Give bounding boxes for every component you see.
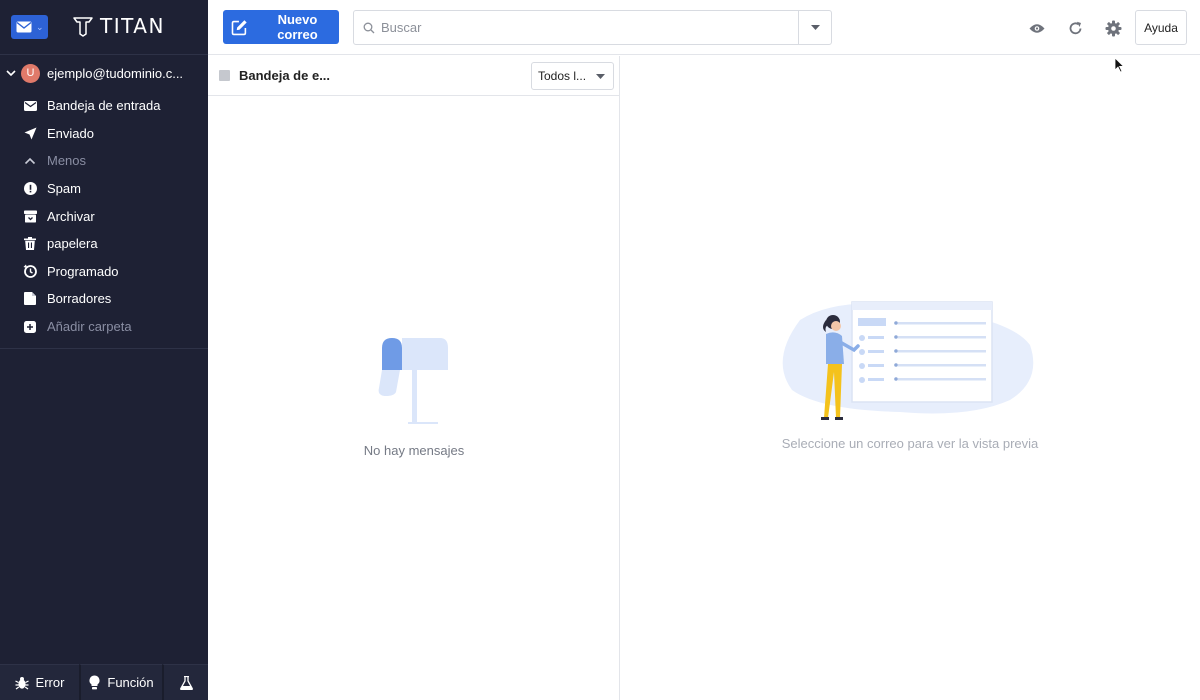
draft-icon — [23, 292, 37, 306]
chevron-down-icon: ⌄ — [36, 21, 44, 32]
clock-icon — [23, 264, 37, 279]
alert-circle-icon — [23, 182, 37, 196]
compose-button[interactable]: Nuevo correo — [223, 10, 339, 44]
caret-down-icon — [596, 73, 606, 79]
help-button[interactable]: Ayuda — [1135, 10, 1187, 45]
refresh-icon[interactable] — [1065, 18, 1085, 38]
message-list-pane: Bandeja de e... Todos l... No hay mensaj… — [208, 56, 620, 700]
feature-request-button[interactable]: Función — [79, 664, 162, 700]
sidebar-item-label: Programado — [47, 263, 119, 279]
sidebar-item-spam[interactable]: Spam — [0, 175, 208, 203]
labs-button[interactable] — [162, 664, 208, 700]
logo-text: TITAN — [100, 14, 165, 38]
select-all-checkbox[interactable] — [219, 70, 230, 81]
folder-list: Bandeja de entrada Enviado Menos Spam Ar… — [0, 92, 208, 340]
avatar: U — [21, 63, 40, 83]
flask-icon — [179, 675, 193, 690]
toolbar: Nuevo correo Ayuda — [208, 0, 1200, 55]
lightbulb-icon — [89, 675, 100, 690]
sidebar: ⌄ TITAN U ejemplo@tudominio.c... Bandeja… — [0, 0, 208, 700]
sidebar-item-less[interactable]: Menos — [0, 147, 208, 175]
mailbox-illustration — [378, 338, 448, 424]
sidebar-item-inbox[interactable]: Bandeja de entrada — [0, 92, 208, 120]
empty-list-state: No hay mensajes — [208, 336, 620, 458]
plus-square-icon — [23, 320, 37, 334]
sidebar-item-trash[interactable]: papelera — [0, 230, 208, 258]
mail-icon — [16, 21, 32, 33]
sidebar-item-drafts[interactable]: Borradores — [0, 285, 208, 313]
sidebar-item-add-folder[interactable]: Añadir carpeta — [0, 313, 208, 341]
titan-logo: TITAN — [72, 14, 165, 38]
report-bug-label: Error — [35, 675, 65, 690]
sidebar-item-label: Borradores — [47, 291, 112, 307]
gear-icon[interactable] — [1103, 18, 1123, 38]
preview-pane: Seleccione un correo para ver la vista p… — [620, 56, 1200, 700]
report-bug-button[interactable]: Error — [0, 664, 79, 700]
trash-icon — [23, 237, 37, 251]
preview-empty-text: Seleccione un correo para ver la vista p… — [781, 436, 1039, 451]
sidebar-item-label: Spam — [47, 181, 81, 197]
sidebar-item-label: Menos — [47, 153, 87, 169]
feature-request-label: Función — [107, 675, 154, 690]
caret-down-icon — [810, 25, 820, 30]
chevron-down-icon — [6, 70, 16, 77]
app-switcher-button[interactable]: ⌄ — [11, 15, 48, 39]
sidebar-divider — [0, 348, 208, 349]
bug-icon — [14, 676, 29, 689]
filter-dropdown[interactable]: Todos l... — [531, 62, 614, 90]
sidebar-item-label: papelera — [47, 236, 98, 252]
compose-label: Nuevo correo — [277, 12, 318, 42]
preview-illustration — [782, 301, 1034, 420]
sidebar-item-label: Enviado — [47, 125, 94, 141]
titan-logo-icon — [73, 17, 93, 37]
account-row[interactable]: U ejemplo@tudominio.c... — [0, 58, 208, 88]
compose-icon — [231, 19, 247, 35]
paper-plane-icon — [23, 126, 37, 140]
search-icon — [363, 22, 375, 34]
message-list-header: Bandeja de e... Todos l... — [208, 56, 619, 96]
filter-label: Todos l... — [538, 69, 587, 83]
current-folder-title: Bandeja de e... — [239, 68, 331, 83]
sidebar-header: ⌄ TITAN — [0, 0, 208, 55]
search-input[interactable] — [381, 20, 798, 35]
envelope-icon — [23, 99, 37, 113]
sidebar-item-label: Archivar — [47, 208, 95, 224]
mouse-cursor-icon — [1114, 57, 1124, 73]
sidebar-item-archive[interactable]: Archivar — [0, 202, 208, 230]
sidebar-item-scheduled[interactable]: Programado — [0, 258, 208, 286]
account-email: ejemplo@tudominio.c... — [47, 65, 184, 81]
sidebar-footer: Error Función — [0, 664, 208, 700]
chevron-up-icon — [23, 154, 37, 168]
empty-list-text: No hay mensajes — [363, 443, 465, 458]
sidebar-item-label: Añadir carpeta — [47, 319, 132, 335]
sidebar-item-sent[interactable]: Enviado — [0, 120, 208, 148]
eye-icon[interactable] — [1027, 18, 1047, 38]
sidebar-item-label: Bandeja de entrada — [47, 98, 161, 114]
search-box — [353, 10, 832, 45]
archive-icon — [23, 209, 37, 223]
search-options-button[interactable] — [798, 11, 831, 44]
